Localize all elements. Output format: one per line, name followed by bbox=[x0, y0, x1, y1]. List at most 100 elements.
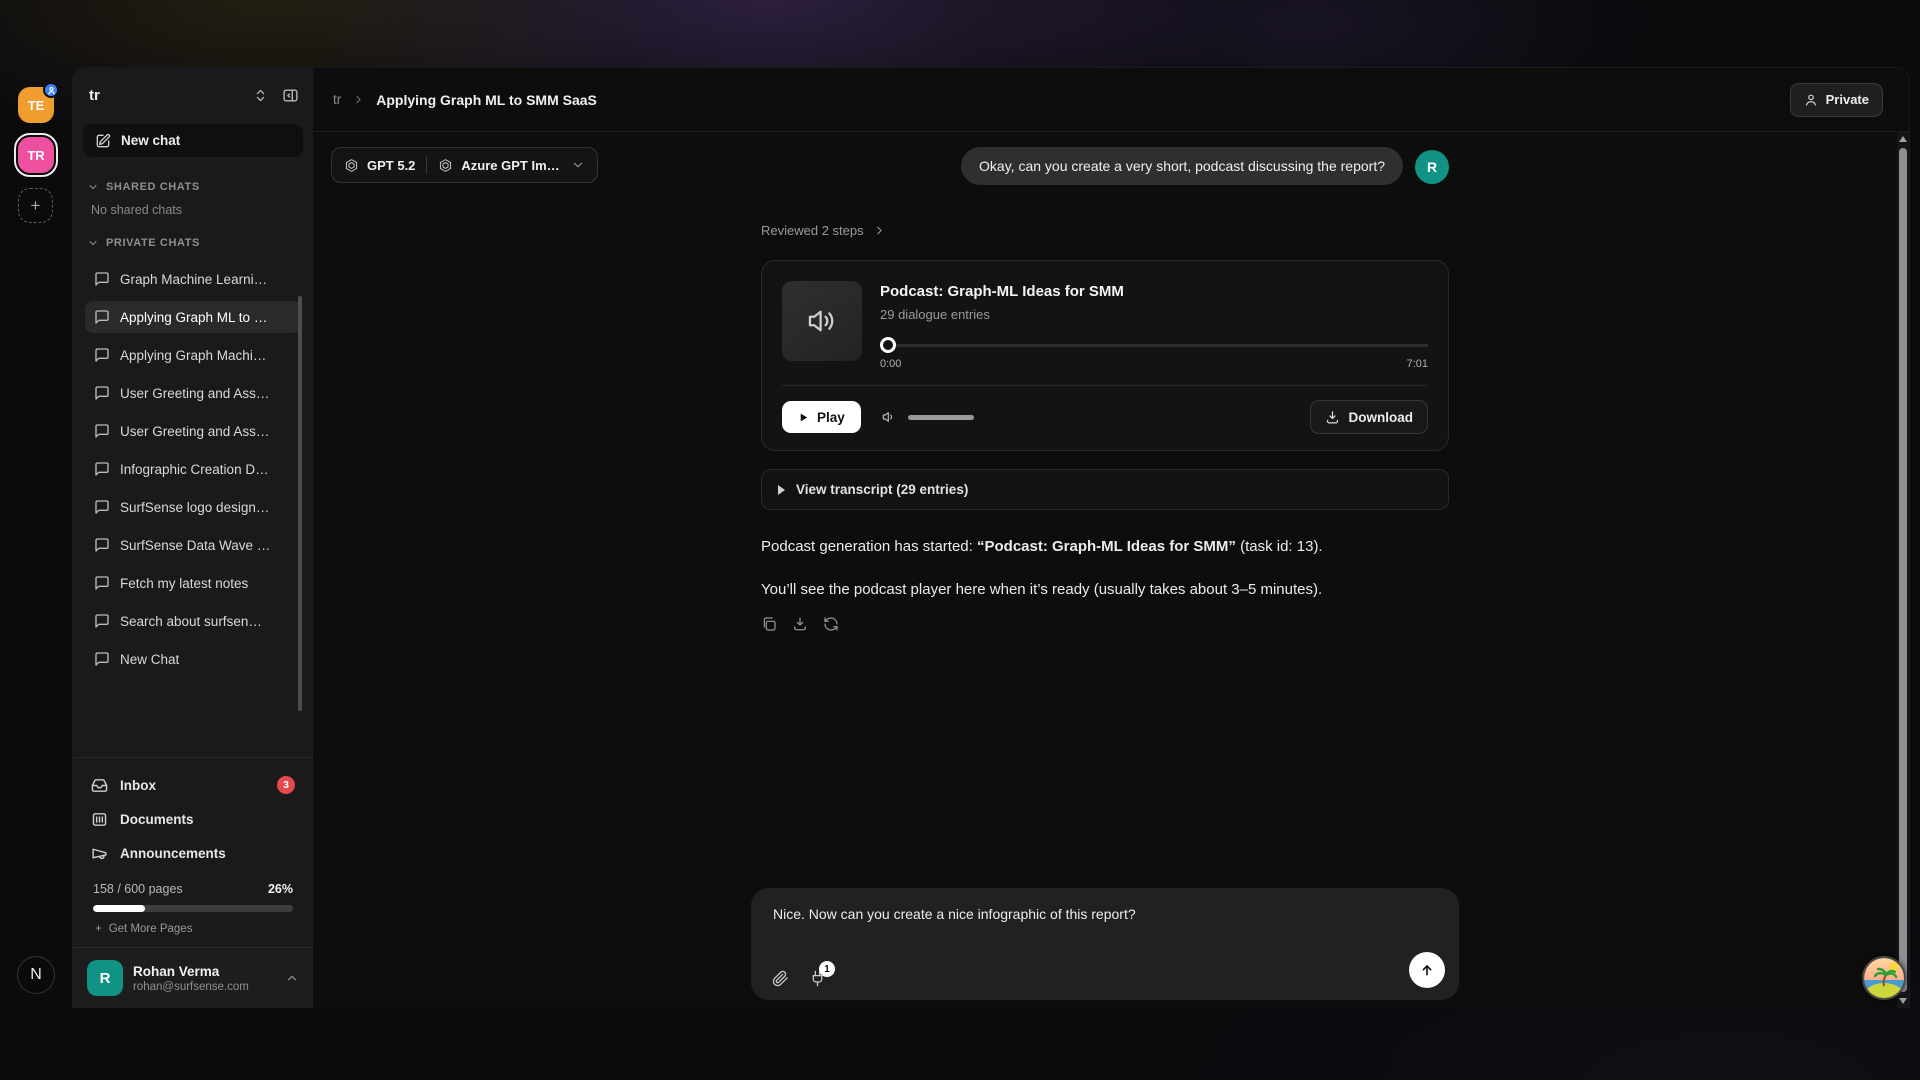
status-1-podcast-name: “Podcast: Graph-ML Ideas for SMM” bbox=[977, 538, 1236, 555]
chat-list-item[interactable]: SurfSense logo design… bbox=[85, 491, 301, 523]
scrollbar-thumb[interactable] bbox=[1899, 148, 1907, 992]
usage-meter: 158 / 600 pages 26% + Get More Pages bbox=[85, 870, 301, 943]
chat-list-item[interactable]: Infographic Creation D… bbox=[85, 453, 301, 485]
podcast-subtitle: 29 dialogue entries bbox=[880, 307, 1428, 322]
podcast-thumbnail bbox=[782, 281, 862, 361]
copy-icon[interactable] bbox=[761, 616, 777, 632]
documents-label: Documents bbox=[120, 812, 194, 827]
seek-slider[interactable] bbox=[880, 337, 1428, 353]
seek-knob[interactable] bbox=[880, 337, 896, 353]
chat-list-item[interactable]: Search about surfsen… bbox=[85, 605, 301, 637]
scroll-up-arrow[interactable] bbox=[1899, 134, 1907, 144]
composer-input[interactable]: Nice. Now can you create a nice infograp… bbox=[751, 888, 1459, 928]
status-message-1: Podcast generation has started: “Podcast… bbox=[761, 537, 1323, 557]
get-more-pages-button[interactable]: + Get More Pages bbox=[93, 923, 293, 935]
reviewed-steps-label: Reviewed 2 steps bbox=[761, 223, 864, 238]
sidebar-scrollbar-thumb[interactable] bbox=[298, 296, 302, 711]
palm-island-icon bbox=[1864, 958, 1904, 998]
profile-menu-button[interactable]: R Rohan Verma rohan@surfsense.com bbox=[73, 947, 313, 1008]
workspace-name: tr bbox=[89, 87, 239, 104]
download-button[interactable]: Download bbox=[1310, 400, 1429, 434]
app-logo-button[interactable]: N bbox=[17, 956, 55, 994]
sidebar-item-inbox[interactable]: Inbox 3 bbox=[85, 768, 301, 802]
message-actions bbox=[761, 616, 839, 632]
desktop-background: TE TR + N tr bbox=[0, 0, 1920, 1080]
volume-slider[interactable] bbox=[908, 415, 974, 420]
sidebar-header: tr bbox=[73, 68, 313, 122]
pages-used-label: 158 / 600 pages bbox=[93, 882, 183, 896]
chat-item-label: SurfSense Data Wave … bbox=[120, 538, 270, 553]
chat-item-label: New Chat bbox=[120, 652, 179, 667]
shared-chats-section-header[interactable]: SHARED CHATS bbox=[85, 175, 301, 199]
privacy-toggle-button[interactable]: Private bbox=[1790, 83, 1883, 117]
chat-list-item[interactable]: SurfSense Data Wave … bbox=[85, 529, 301, 561]
chat-list-item[interactable]: User Greeting and Ass… bbox=[85, 415, 301, 447]
podcast-player-card: Podcast: Graph-ML Ideas for SMM 29 dialo… bbox=[761, 260, 1449, 451]
reviewed-steps-toggle[interactable]: Reviewed 2 steps bbox=[761, 223, 886, 238]
new-chat-button[interactable]: New chat bbox=[83, 124, 303, 157]
shared-chats-label: SHARED CHATS bbox=[106, 181, 200, 193]
play-button[interactable]: Play bbox=[782, 401, 861, 433]
workspace-switcher-icon[interactable] bbox=[253, 88, 268, 103]
chevron-right-icon bbox=[352, 93, 365, 106]
chat-bubble-icon bbox=[94, 271, 110, 287]
download-icon bbox=[1325, 410, 1340, 425]
inbox-icon bbox=[91, 777, 108, 794]
pages-progress-fill bbox=[93, 905, 145, 912]
sidebar-item-announcements[interactable]: Announcements bbox=[85, 836, 301, 870]
user-message-bubble: Okay, can you create a very short, podca… bbox=[961, 147, 1403, 185]
current-time: 0:00 bbox=[880, 358, 901, 370]
profile-avatar: R bbox=[87, 960, 123, 996]
workspace-avatar-tr-active[interactable]: TR bbox=[18, 137, 54, 173]
chat-list-item[interactable]: User Greeting and Ass… bbox=[85, 377, 301, 409]
add-workspace-button[interactable]: + bbox=[18, 188, 53, 223]
send-button[interactable] bbox=[1409, 952, 1445, 988]
play-label: Play bbox=[817, 410, 845, 425]
message-composer[interactable]: Nice. Now can you create a nice infograp… bbox=[751, 888, 1459, 1000]
download-label: Download bbox=[1349, 410, 1414, 425]
private-chats-section-header[interactable]: PRIVATE CHATS bbox=[85, 231, 301, 255]
status-message-2: You’ll see the podcast player here when … bbox=[761, 580, 1322, 600]
collapse-sidebar-icon[interactable] bbox=[282, 87, 299, 104]
view-transcript-toggle[interactable]: View transcript (29 entries) bbox=[761, 469, 1449, 510]
app-logo-letter: N bbox=[30, 966, 42, 984]
chat-list-item[interactable]: Graph Machine Learni… bbox=[85, 263, 301, 295]
total-time: 7:01 bbox=[1407, 358, 1428, 370]
attach-file-icon[interactable] bbox=[772, 970, 789, 987]
workspace-avatar-te[interactable]: TE bbox=[18, 87, 54, 123]
chat-list-item-active[interactable]: Applying Graph ML to … bbox=[85, 301, 301, 333]
regenerate-icon[interactable] bbox=[823, 616, 839, 632]
podcast-controls: Play Download bbox=[782, 385, 1428, 434]
chat-list-item[interactable]: Fetch my latest notes bbox=[85, 567, 301, 599]
breadcrumb-workspace[interactable]: tr bbox=[333, 92, 341, 107]
person-icon bbox=[1804, 93, 1818, 107]
announcements-label: Announcements bbox=[120, 846, 226, 861]
download-response-icon[interactable] bbox=[792, 616, 808, 632]
connectors-button[interactable]: 1 bbox=[809, 970, 826, 987]
chat-list-item[interactable]: New Chat bbox=[85, 643, 301, 675]
scroll-down-arrow[interactable] bbox=[1899, 996, 1907, 1006]
speaker-icon bbox=[805, 304, 839, 338]
arrow-up-icon bbox=[1419, 962, 1435, 978]
vacation-mode-widget[interactable] bbox=[1862, 956, 1906, 1000]
privacy-label: Private bbox=[1826, 92, 1869, 107]
volume-icon[interactable] bbox=[881, 409, 897, 425]
view-transcript-label: View transcript (29 entries) bbox=[796, 482, 968, 497]
play-icon bbox=[798, 411, 809, 424]
chat-item-label: Applying Graph ML to … bbox=[120, 310, 267, 325]
caret-right-icon bbox=[778, 485, 785, 495]
status-1-prefix: Podcast generation has started: bbox=[761, 538, 977, 555]
chat-bubble-icon bbox=[94, 461, 110, 477]
page-scrollbar bbox=[1897, 132, 1909, 1008]
chat-bubble-icon bbox=[94, 575, 110, 591]
chat-list-item[interactable]: Applying Graph Machi… bbox=[85, 339, 301, 371]
chat-bubble-icon bbox=[94, 499, 110, 515]
profile-name: Rohan Verma bbox=[133, 964, 249, 979]
chat-bubble-icon bbox=[94, 385, 110, 401]
main-header: tr Applying Graph ML to SMM SaaS Private bbox=[313, 68, 1909, 132]
chat-item-label: Graph Machine Learni… bbox=[120, 272, 267, 287]
chevron-up-icon bbox=[285, 971, 299, 985]
inbox-label: Inbox bbox=[120, 778, 156, 793]
sidebar-item-documents[interactable]: Documents bbox=[85, 802, 301, 836]
pages-percent-label: 26% bbox=[268, 882, 293, 896]
